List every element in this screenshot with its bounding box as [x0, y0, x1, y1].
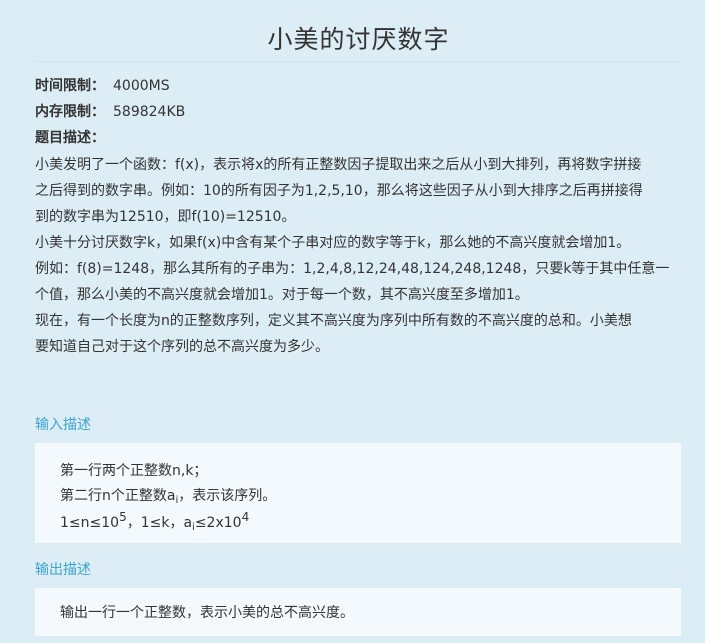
- description-label-row: 题目描述：: [35, 128, 105, 148]
- page-title: 小美的讨厌数字: [267, 25, 450, 54]
- time-limit-label: 时间限制：: [35, 78, 105, 94]
- time-limit-value: 4000MS: [113, 78, 170, 94]
- input-description-box: 第一行两个正整数n,k； 第二行n个正整数ai，表示该序列。 1≤n≤105，1…: [35, 443, 681, 543]
- superscript-4: 4: [241, 510, 250, 524]
- input-line-3: 1≤n≤105，1≤k，ai≤2x104: [60, 510, 249, 533]
- title-divider: [35, 61, 681, 62]
- output-heading: 输出描述: [35, 562, 91, 578]
- memory-limit-label: 内存限制：: [35, 104, 105, 120]
- constraint-k: ，1≤k，a: [126, 515, 193, 531]
- description-line: 小美发明了一个函数：f(x)，表示将x的所有正整数因子提取出来之后从小到大排列，…: [35, 157, 642, 173]
- description-line: 之后得到的数字串。例如：10的所有因子为1,2,5,10，那么将这些因子从小到大…: [35, 183, 643, 199]
- constraint-ai: ≤2x10: [194, 515, 242, 531]
- output-line-1: 输出一行一个正整数，表示小美的总不高兴度。: [60, 605, 354, 621]
- description-line: 个值，那么小美的不高兴度就会增加1。对于每一个数，其不高兴度至多增加1。: [35, 287, 529, 303]
- description-line: 到的数字串为12510，即f(10)=12510。: [35, 209, 296, 225]
- constraint-n: 1≤n≤10: [60, 515, 120, 531]
- memory-limit-value: 589824KB: [113, 104, 186, 120]
- input-line-2-tail: ，表示该序列。: [178, 488, 277, 504]
- description-label: 题目描述：: [35, 130, 105, 146]
- output-description-box: 输出一行一个正整数，表示小美的总不高兴度。: [35, 588, 681, 636]
- input-heading: 输入描述: [35, 417, 91, 433]
- input-line-1: 第一行两个正整数n,k；: [60, 463, 208, 479]
- description-line: 现在，有一个长度为n的正整数序列，定义其不高兴度为序列中所有数的不高兴度的总和。…: [35, 313, 632, 329]
- problem-page: 小美的讨厌数字 时间限制： 4000MS 内存限制： 589824KB 题目描述： …: [0, 0, 705, 643]
- input-line-2-text: 第二行n个正整数a: [60, 488, 176, 504]
- time-limit-row: 时间限制： 4000MS: [35, 76, 170, 96]
- description-line: 小美十分讨厌数字k，如果f(x)中含有某个子串对应的数字等于k，那么她的不高兴度…: [35, 235, 631, 251]
- description-line: 例如：f(8)=1248，那么其所有的子串为：1,2,4,8,12,24,48,…: [35, 261, 670, 277]
- description-line: 要知道自己对于这个序列的总不高兴度为多少。: [35, 339, 329, 355]
- superscript-5: 5: [119, 510, 127, 524]
- problem-description: 小美发明了一个函数：f(x)，表示将x的所有正整数因子提取出来之后从小到大排列，…: [35, 152, 685, 360]
- memory-limit-row: 内存限制： 589824KB: [35, 102, 185, 122]
- input-line-2: 第二行n个正整数ai，表示该序列。: [60, 485, 276, 506]
